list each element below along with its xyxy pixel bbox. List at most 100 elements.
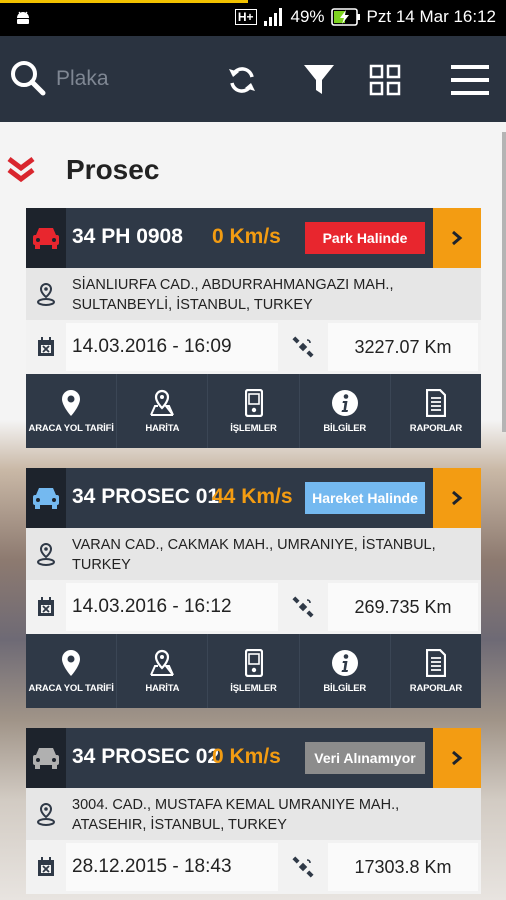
battery-charging-icon (330, 8, 360, 26)
map-pin-icon (62, 389, 81, 416)
vehicle-address: SİANLIURFA CAD., ABDURRAHMANGAZI MAH., S… (72, 277, 394, 313)
signal-icon (263, 8, 282, 26)
reports-button[interactable]: RAPORLAR (391, 374, 481, 448)
car-icon (33, 228, 59, 249)
report-document-icon (425, 388, 446, 417)
grid-view-button[interactable] (363, 58, 407, 102)
car-icon (33, 488, 59, 509)
search-icon[interactable] (8, 58, 48, 98)
vehicle-address-row: 3004. CAD., MUSTAFA KEMAL UMRANIYE MAH.,… (26, 788, 481, 840)
map-icon (150, 389, 175, 416)
chevron-right-icon (452, 490, 463, 506)
map-pin-icon (62, 649, 81, 676)
app-bar: Plaka (0, 36, 506, 122)
vehicle-last-update: 14.03.2016 - 16:12 (66, 583, 278, 631)
scrollbar[interactable] (502, 132, 506, 432)
report-document-icon (425, 648, 446, 677)
vehicle-info-row: 14.03.2016 - 16:12 269.735 Km (26, 580, 481, 634)
vehicle-card-header[interactable]: 34 PH 0908 0 Km/s Park Halinde (26, 208, 481, 268)
vehicle-info-row: 28.12.2015 - 18:43 17303.8 Km (26, 840, 481, 894)
operations-button[interactable]: İŞLEMLER (208, 374, 300, 448)
map-label: HARİTA (145, 422, 180, 434)
info-icon (331, 649, 358, 676)
car-status-icon (26, 468, 66, 528)
refresh-icon (229, 67, 255, 93)
status-badge: Veri Alınamıyor (305, 742, 425, 774)
map-button[interactable]: HARİTA (117, 374, 209, 448)
hamburger-menu-icon (451, 65, 489, 95)
car-status-icon (26, 728, 66, 788)
satellite-icon (278, 840, 328, 894)
vehicle-speed: 0 Km/s (212, 745, 281, 768)
vehicle-plate: 34 PROSEC 01 (72, 485, 220, 508)
vehicle-address-row: SİANLIURFA CAD., ABDURRAHMANGAZI MAH., S… (26, 268, 481, 320)
chevron-double-down-icon[interactable] (6, 156, 36, 184)
chevron-right-icon (452, 230, 463, 246)
filter-icon (304, 65, 334, 94)
calendar-icon (26, 840, 66, 894)
vehicle-actions: ARACA YOL TARİFİ HARİTA İŞLEMLER BİLGİLE… (26, 374, 481, 448)
location-pin-icon (37, 542, 55, 566)
vehicle-address: 3004. CAD., MUSTAFA KEMAL UMRANIYE MAH.,… (72, 797, 400, 833)
vehicle-detail-button[interactable] (433, 728, 481, 788)
vehicle-last-update: 14.03.2016 - 16:09 (66, 323, 278, 371)
directions-button[interactable]: ARACA YOL TARİFİ (26, 374, 118, 448)
vehicle-card: 34 PH 0908 0 Km/s Park Halinde SİANLIURF… (26, 208, 481, 448)
search-input[interactable]: Plaka (56, 67, 109, 91)
info-label: BİLGİLER (323, 682, 367, 694)
device-icon (244, 648, 263, 677)
menu-button[interactable] (446, 58, 494, 102)
operations-label: İŞLEMLER (230, 422, 277, 434)
download-progress (0, 0, 248, 3)
vehicle-card: 34 PROSEC 01 44 Km/s Hareket Halinde VAR… (26, 468, 481, 708)
vehicle-detail-button[interactable] (433, 208, 481, 268)
directions-label: ARACA YOL TARİFİ (28, 682, 114, 694)
android-debug-icon (17, 11, 29, 24)
chevron-right-icon (452, 750, 463, 766)
vehicle-plate: 34 PH 0908 (72, 225, 183, 248)
directions-button[interactable]: ARACA YOL TARİFİ (26, 634, 118, 708)
status-bar: H+ 49% Pzt 14 Mar 16:12 (0, 0, 506, 36)
map-label: HARİTA (145, 682, 180, 694)
vehicle-card-header[interactable]: 34 PROSEC 02 0 Km/s Veri Alınamıyor (26, 728, 481, 788)
car-icon (33, 748, 59, 769)
reports-button[interactable]: RAPORLAR (391, 634, 481, 708)
vehicle-address-row: VARAN CAD., CAKMAK MAH., UMRANIYE, İSTAN… (26, 528, 481, 580)
calendar-icon (26, 580, 66, 634)
filter-button[interactable] (297, 58, 341, 102)
refresh-button[interactable] (220, 58, 264, 102)
map-button[interactable]: HARİTA (117, 634, 209, 708)
location-pin-icon (37, 282, 55, 306)
group-title: Prosec (66, 154, 160, 185)
satellite-icon (278, 580, 328, 634)
grid-icon (369, 64, 401, 96)
network-type: H+ (234, 9, 257, 25)
vehicle-list[interactable]: Prosec 34 PH 0908 0 Km/s Park Halinde Sİ… (0, 122, 506, 900)
vehicle-speed: 44 Km/s (212, 485, 293, 508)
vehicle-odometer: 3227.07 Km (328, 323, 478, 371)
vehicle-odometer: 17303.8 Km (328, 843, 478, 891)
location-pin-icon (37, 802, 55, 826)
device-icon (244, 388, 263, 417)
battery-percent: 49% (290, 7, 325, 26)
vehicle-detail-button[interactable] (433, 468, 481, 528)
status-badge: Hareket Halinde (305, 482, 425, 514)
info-button[interactable]: BİLGİLER (300, 634, 391, 708)
directions-label: ARACA YOL TARİFİ (28, 422, 114, 434)
operations-button[interactable]: İŞLEMLER (208, 634, 300, 708)
info-button[interactable]: BİLGİLER (300, 374, 391, 448)
info-label: BİLGİLER (323, 422, 367, 434)
operations-label: İŞLEMLER (230, 682, 277, 694)
vehicle-odometer: 269.735 Km (328, 583, 478, 631)
reports-label: RAPORLAR (409, 682, 463, 694)
vehicle-last-update: 28.12.2015 - 18:43 (66, 843, 278, 891)
vehicle-info-row: 14.03.2016 - 16:09 3227.07 Km (26, 320, 481, 374)
vehicle-address: VARAN CAD., CAKMAK MAH., UMRANIYE, İSTAN… (72, 537, 436, 573)
vehicle-card-header[interactable]: 34 PROSEC 01 44 Km/s Hareket Halinde (26, 468, 481, 528)
calendar-icon (26, 320, 66, 374)
reports-label: RAPORLAR (409, 422, 463, 434)
group-header[interactable]: Prosec (0, 150, 506, 194)
car-status-icon (26, 208, 66, 268)
status-badge: Park Halinde (305, 222, 425, 254)
vehicle-plate: 34 PROSEC 02 (72, 745, 220, 768)
